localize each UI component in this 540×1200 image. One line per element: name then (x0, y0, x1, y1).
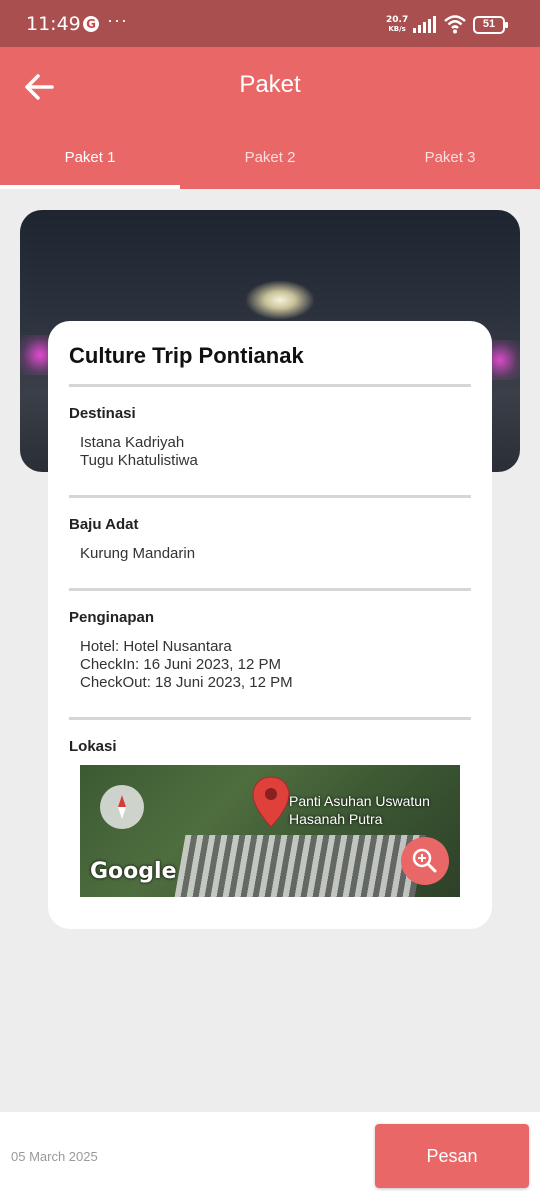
wifi-icon (444, 15, 466, 34)
checkout-time: CheckOut: 18 Juni 2023, 12 PM (80, 674, 293, 691)
compass-icon[interactable] (100, 785, 144, 829)
status-time: 11:49 (26, 13, 81, 35)
signal-icon (413, 16, 436, 33)
app-bar: Paket Paket 1 Paket 2 Paket 3 (0, 47, 540, 189)
google-icon: G (83, 16, 99, 32)
checkin-time: CheckIn: 16 Juni 2023, 12 PM (80, 656, 281, 673)
network-speed-unit: KB/s (388, 25, 406, 33)
tab-paket-3[interactable]: Paket 3 (360, 135, 540, 189)
battery-level: 51 (482, 18, 496, 30)
destinasi-label: Destinasi (69, 405, 136, 422)
divider (69, 717, 471, 720)
network-speed: 20.7 KB/s (386, 16, 408, 34)
map-pin-icon (252, 776, 290, 828)
penginapan-label: Penginapan (69, 609, 155, 626)
lokasi-label: Lokasi (69, 738, 117, 755)
map-place-line: Panti Asuhan Uswatun (289, 793, 430, 809)
tab-paket-2[interactable]: Paket 2 (180, 135, 360, 189)
status-bar: 11:49 G ··· 20.7 KB/s 51 (0, 0, 540, 47)
map-place-label: Panti Asuhan Uswatun Hasanah Putra (289, 792, 459, 828)
bottom-bar: 05 March 2025 Pesan (0, 1112, 540, 1200)
package-title: Culture Trip Pontianak (69, 343, 304, 368)
page-title: Paket (239, 71, 301, 98)
hero-light-glow (245, 280, 315, 320)
divider (69, 495, 471, 498)
destinasi-list: Istana Kadriyah Tugu Khatulistiwa (80, 434, 198, 470)
more-notifications-icon: ··· (107, 10, 128, 30)
package-detail-card: Culture Trip Pontianak Destinasi Istana … (48, 321, 492, 929)
zoom-in-icon (412, 848, 437, 873)
baju-adat-label: Baju Adat (69, 516, 139, 533)
zoom-map-button[interactable] (401, 837, 449, 885)
location-map[interactable]: Panti Asuhan Uswatun Hasanah Putra Googl… (80, 765, 460, 897)
battery-icon: 51 (473, 16, 509, 34)
hotel-name: Hotel: Hotel Nusantara (80, 638, 232, 655)
tab-bar: Paket 1 Paket 2 Paket 3 (0, 135, 540, 189)
map-place-line: Hasanah Putra (289, 811, 383, 827)
divider (69, 588, 471, 591)
map-terrain (174, 835, 426, 897)
divider (69, 384, 471, 387)
tab-paket-1[interactable]: Paket 1 (0, 135, 180, 189)
destinasi-item: Tugu Khatulistiwa (80, 452, 198, 469)
google-logo: Google (90, 859, 177, 884)
destinasi-item: Istana Kadriyah (80, 434, 185, 451)
current-date: 05 March 2025 (11, 1149, 98, 1164)
baju-adat-value: Kurung Mandarin (80, 545, 196, 562)
order-button[interactable]: Pesan (375, 1124, 529, 1188)
network-speed-value: 20.7 (386, 15, 409, 25)
penginapan-details: Hotel: Hotel Nusantara CheckIn: 16 Juni … (80, 638, 293, 692)
